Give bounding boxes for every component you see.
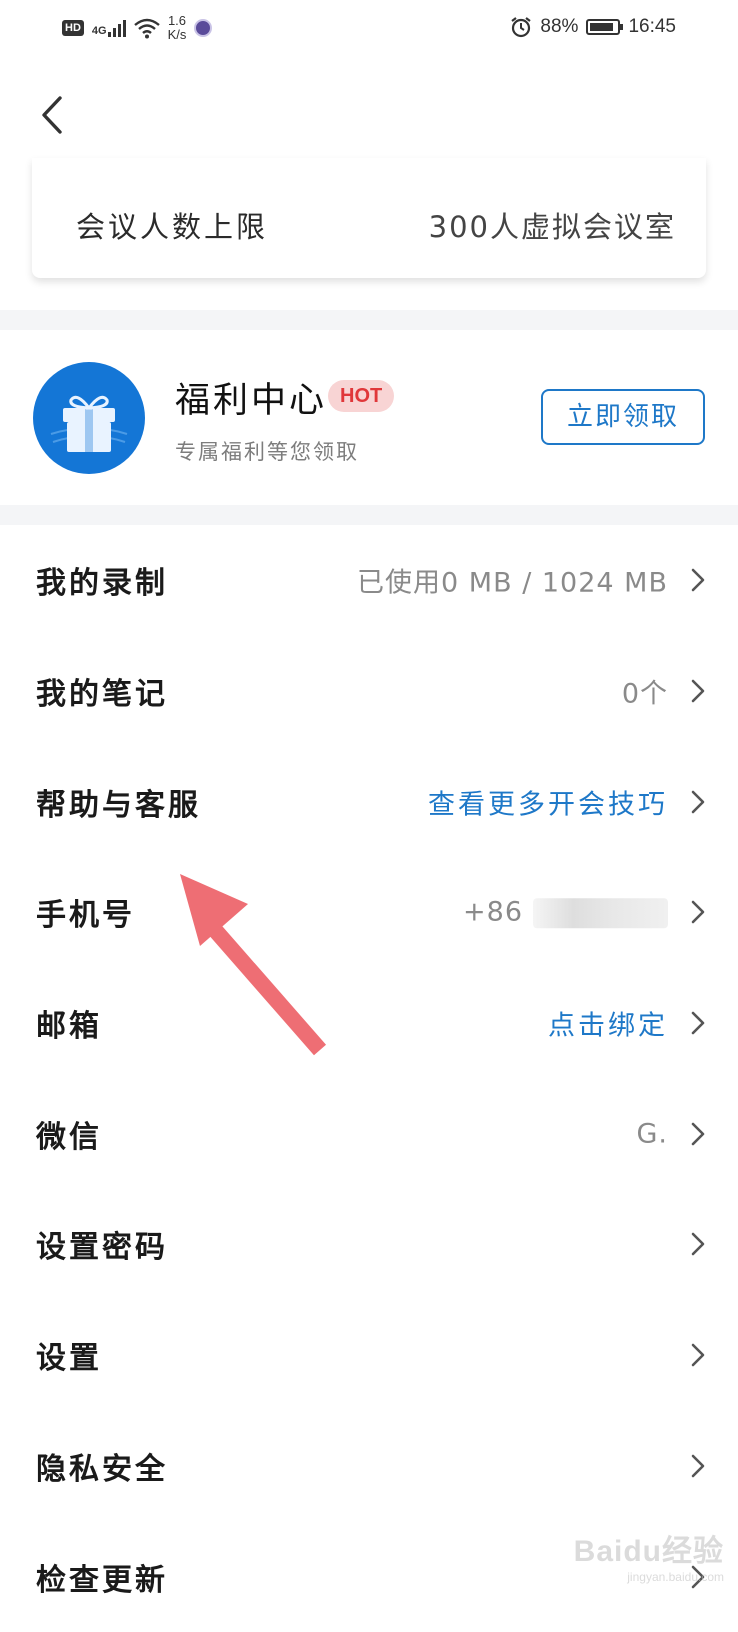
chevron-right-icon bbox=[691, 1011, 705, 1035]
welfare-title: 福利中心 bbox=[175, 381, 328, 421]
menu-item-label: 设置密码 bbox=[36, 1230, 168, 1266]
menu-item-label: 设置 bbox=[36, 1341, 102, 1377]
section-divider bbox=[0, 310, 738, 330]
section-divider bbox=[0, 505, 738, 525]
menu-item-value: 0个 bbox=[621, 678, 668, 710]
menu-item-label: 帮助与客服 bbox=[36, 787, 201, 823]
gift-icon bbox=[33, 362, 145, 474]
clock: 16:45 bbox=[628, 16, 676, 37]
hd-badge: HD bbox=[62, 20, 84, 36]
menu-item-value: 点击绑定 bbox=[548, 1010, 668, 1042]
settings-menu: 我的录制 已使用0 MB / 1024 MB 我的笔记 0个 帮助与客服 查看更… bbox=[0, 525, 738, 1632]
chevron-right-icon bbox=[691, 1454, 705, 1478]
chevron-right-icon bbox=[691, 1343, 705, 1367]
welfare-subtitle: 专属福利等您领取 bbox=[175, 440, 359, 464]
network-speed: 1.6 K/s bbox=[168, 14, 187, 42]
menu-item-recordings[interactable]: 我的录制 已使用0 MB / 1024 MB bbox=[0, 525, 738, 636]
menu-item-value-wrap: +86 bbox=[463, 897, 668, 929]
chevron-right-icon bbox=[691, 790, 705, 814]
menu-item-label: 手机号 bbox=[36, 898, 135, 934]
watermark-text: Baidu经验 bbox=[573, 1535, 724, 1568]
menu-item-set-password[interactable]: 设置密码 bbox=[0, 1189, 738, 1300]
watermark-sub: jingyan.baidu.com bbox=[627, 1570, 724, 1584]
hot-badge: HOT bbox=[328, 380, 395, 412]
meeting-info-card: 会议人数上限 300人虚拟会议室 bbox=[32, 158, 706, 278]
meeting-capacity-value: 300人虚拟会议室 bbox=[428, 210, 676, 244]
speed-unit: K/s bbox=[167, 27, 187, 42]
battery-percent: 88% bbox=[540, 16, 579, 37]
status-left: HD 4G 1.6 K/s bbox=[62, 14, 213, 42]
menu-item-settings[interactable]: 设置 bbox=[0, 1300, 738, 1411]
meeting-capacity-label: 会议人数上限 bbox=[76, 210, 269, 244]
menu-item-help[interactable]: 帮助与客服 查看更多开会技巧 bbox=[0, 746, 738, 857]
menu-item-value: 查看更多开会技巧 bbox=[428, 789, 668, 821]
chevron-right-icon bbox=[691, 901, 705, 924]
menu-item-label: 微信 bbox=[36, 1119, 102, 1155]
menu-item-wechat[interactable]: 微信 G. bbox=[0, 1078, 738, 1189]
menu-item-email[interactable]: 邮箱 点击绑定 bbox=[0, 968, 738, 1079]
menu-item-label: 我的笔记 bbox=[36, 677, 168, 713]
menu-item-value: 已使用0 MB / 1024 MB bbox=[357, 567, 668, 599]
menu-item-label: 隐私安全 bbox=[36, 1451, 168, 1487]
menu-item-privacy[interactable]: 隐私安全 bbox=[0, 1411, 738, 1522]
status-right: 88% 16:45 bbox=[510, 16, 676, 38]
battery-icon bbox=[586, 19, 624, 35]
chevron-right-icon bbox=[691, 1233, 705, 1256]
menu-item-label: 邮箱 bbox=[36, 1009, 102, 1045]
phone-country-code: +86 bbox=[463, 896, 523, 928]
alarm-icon bbox=[511, 17, 532, 38]
chevron-right-icon bbox=[691, 1122, 705, 1146]
cellular-signal-icon: 4G bbox=[92, 19, 126, 37]
menu-item-phone[interactable]: 手机号 +86 bbox=[0, 857, 738, 968]
chevron-left-icon bbox=[42, 96, 62, 134]
claim-now-button[interactable]: 立即领取 bbox=[541, 389, 705, 445]
app-notification-icon bbox=[194, 19, 213, 37]
speed-value: 1.6 bbox=[167, 13, 187, 28]
menu-item-value: G. bbox=[636, 1118, 668, 1150]
back-button[interactable] bbox=[34, 92, 74, 138]
menu-item-label: 检查更新 bbox=[36, 1562, 168, 1598]
wifi-icon bbox=[133, 18, 160, 39]
chevron-right-icon bbox=[691, 679, 705, 703]
chevron-right-icon bbox=[691, 569, 705, 592]
menu-item-notes[interactable]: 我的笔记 0个 bbox=[0, 636, 738, 747]
menu-item-label: 我的录制 bbox=[36, 566, 168, 602]
status-bar: HD 4G 1.6 K/s 88% 16:45 bbox=[0, 0, 738, 60]
welfare-center-section[interactable]: 福利中心 HOT 专属福利等您领取 立即领取 bbox=[0, 330, 738, 505]
watermark-logo: Baidu经验 jingyan.baidu.com bbox=[574, 1526, 724, 1584]
network-type: 4G bbox=[91, 25, 107, 37]
phone-blurred bbox=[533, 898, 668, 929]
